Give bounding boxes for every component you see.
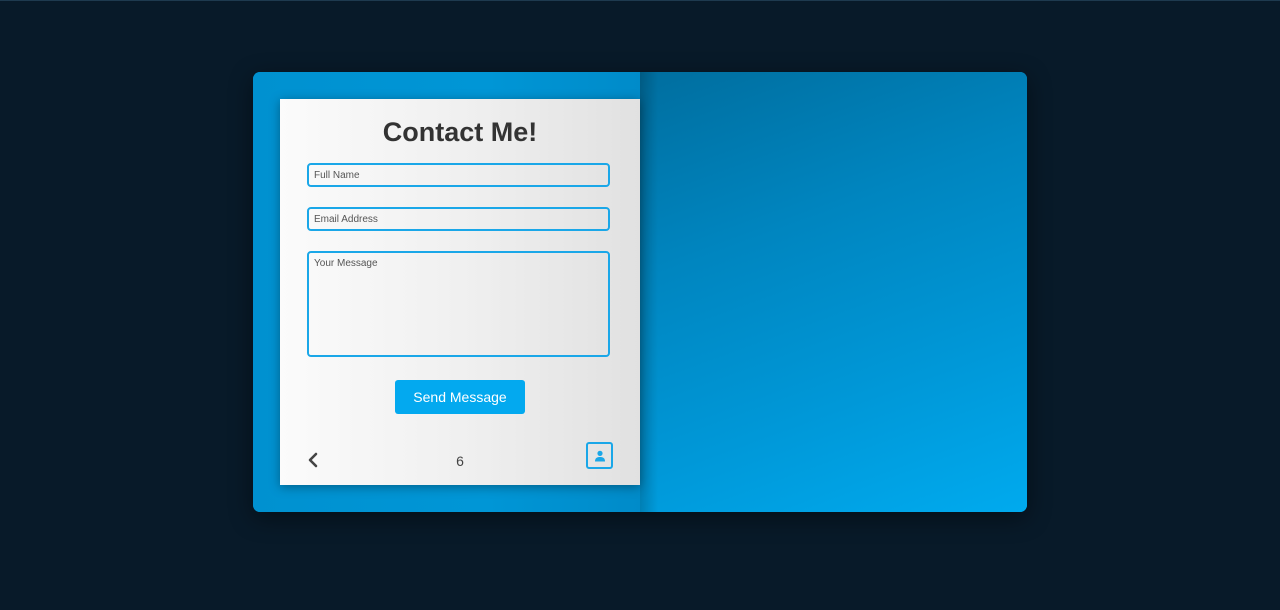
profile-button[interactable] [586,442,613,469]
back-button[interactable] [302,449,324,471]
chevron-left-icon [308,452,318,468]
book: Contact Me! Send Message 6 [253,72,1027,512]
send-message-button[interactable]: Send Message [395,380,525,414]
page-number: 6 [456,453,464,469]
top-divider [0,0,1280,1]
book-right-page [640,72,1027,512]
contact-page: Contact Me! Send Message 6 [280,99,640,485]
user-icon [594,450,605,461]
full-name-input[interactable] [307,163,610,187]
email-input[interactable] [307,207,610,231]
page-title: Contact Me! [382,117,538,147]
message-textarea[interactable] [307,251,610,357]
